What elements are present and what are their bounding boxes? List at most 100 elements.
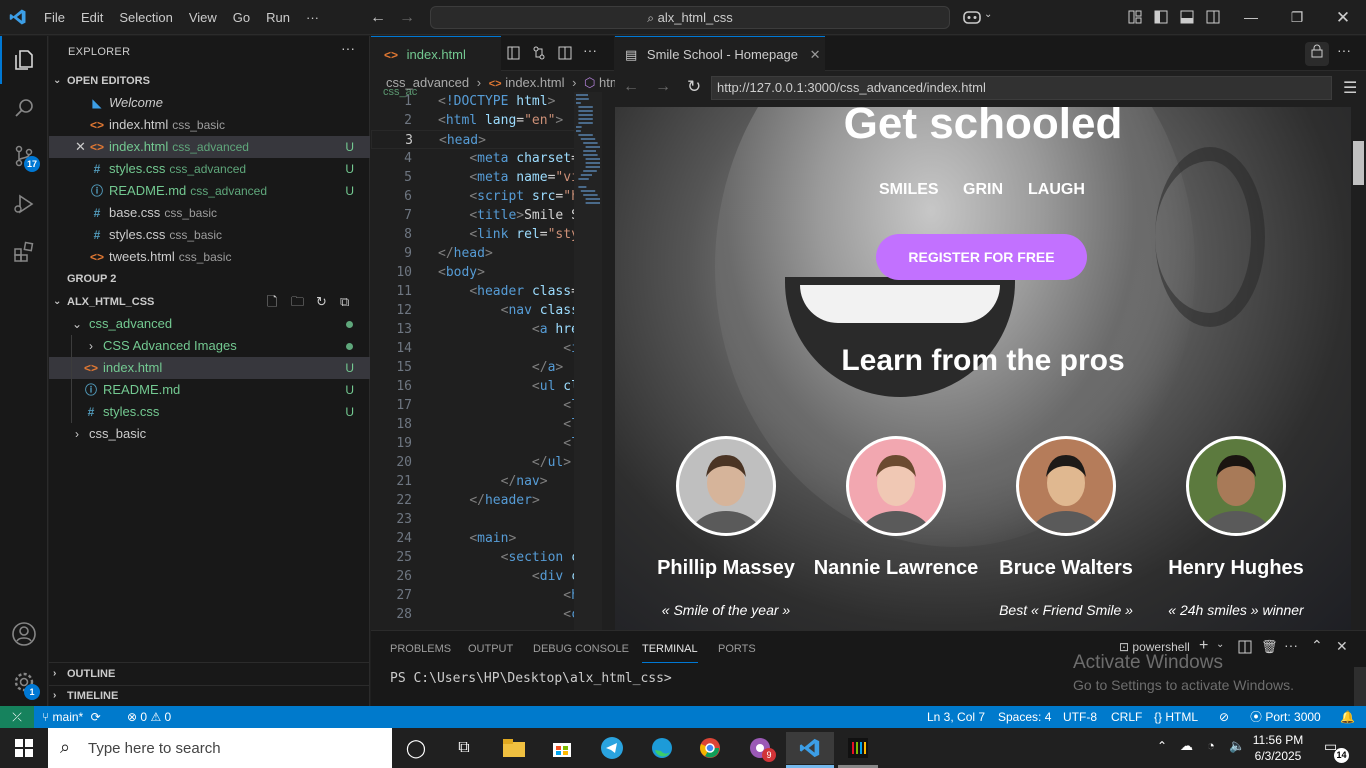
- outline-section[interactable]: › OUTLINE: [49, 663, 370, 685]
- editor-more-icon[interactable]: ···: [583, 42, 597, 58]
- back-arrow-icon[interactable]: ←: [370, 0, 386, 35]
- browser-tab[interactable]: ▤ Smile School - Homepage ✕: [615, 36, 825, 71]
- close-editor-icon[interactable]: ✕: [75, 136, 86, 158]
- open-editor-item[interactable]: ◣ Welcome: [49, 92, 370, 114]
- accounts-icon[interactable]: [0, 610, 48, 658]
- menu-item-run[interactable]: Run: [258, 0, 298, 35]
- menu-item-edit[interactable]: Edit: [73, 0, 111, 35]
- volume-icon[interactable]: 🔈: [1229, 738, 1245, 754]
- breadcrumb-file[interactable]: index.html: [505, 75, 564, 90]
- extensions-icon[interactable]: [0, 228, 48, 276]
- vscode-taskbar-icon[interactable]: [786, 732, 834, 764]
- taskbar-search-box[interactable]: ⌕ Type here to search: [48, 728, 392, 768]
- chrome-icon[interactable]: [690, 732, 730, 764]
- tree-file[interactable]: <> index.html U: [49, 357, 370, 379]
- run-debug-icon[interactable]: [0, 180, 48, 228]
- forward-arrow-icon[interactable]: →: [399, 0, 415, 35]
- settings-gear-icon[interactable]: 1: [0, 658, 48, 706]
- panel-tab-ports[interactable]: PORTS: [718, 641, 756, 663]
- panel-tab-output[interactable]: OUTPUT: [468, 641, 513, 663]
- open-editors-section[interactable]: ⌄ OPEN EDITORS: [49, 70, 370, 92]
- page-scroll-thumb[interactable]: [1353, 141, 1364, 185]
- split-terminal-icon[interactable]: [1238, 640, 1252, 657]
- onedrive-icon[interactable]: ☁: [1180, 738, 1193, 754]
- restore-button[interactable]: ❐: [1274, 0, 1320, 35]
- windows-start-icon[interactable]: [4, 732, 44, 764]
- language-mode[interactable]: {} HTML: [1154, 706, 1198, 728]
- chevron-down-icon[interactable]: ⌄: [984, 9, 992, 20]
- show-hidden-icons-icon[interactable]: ⌃: [1157, 739, 1167, 753]
- open-editor-item[interactable]: # styles.css css_basic: [49, 224, 370, 246]
- tree-file[interactable]: # styles.css U: [49, 401, 370, 423]
- chrome-profile-icon[interactable]: 9: [740, 732, 780, 764]
- telegram-icon[interactable]: [592, 732, 632, 764]
- cursor-position[interactable]: Ln 3, Col 7: [927, 706, 985, 728]
- toggle-panel-icon[interactable]: [1180, 10, 1194, 27]
- more-actions-icon[interactable]: ···: [341, 40, 355, 56]
- live-server-port[interactable]: ⦿ Port: 3000: [1250, 706, 1321, 728]
- edge-icon[interactable]: [642, 732, 682, 764]
- menu-item-go[interactable]: Go: [225, 0, 258, 35]
- timeline-section[interactable]: › TIMELINE: [49, 685, 370, 707]
- problems-indicator[interactable]: ⊗ 0 ⚠ 0: [127, 706, 171, 728]
- tree-folder[interactable]: › CSS Advanced Images: [49, 335, 370, 357]
- explorer-icon[interactable]: [0, 36, 48, 84]
- new-file-icon[interactable]: 🗋: [267, 291, 277, 313]
- chevron-down-icon[interactable]: ⌄: [1216, 639, 1224, 650]
- panel-tab-debug-console[interactable]: DEBUG CONSOLE: [533, 641, 629, 663]
- url-input[interactable]: http://127.0.0.1:3000/css_advanced/index…: [711, 76, 1332, 100]
- panel-more-icon[interactable]: ···: [1284, 637, 1298, 653]
- open-editor-item[interactable]: <> tweets.html css_basic: [49, 246, 370, 268]
- tree-folder[interactable]: › css_basic: [49, 423, 370, 445]
- project-folder-section[interactable]: ⌄ ALX_HTML_CSS 🗋 🗀 ↻ ⧉: [49, 291, 370, 313]
- minimize-button[interactable]: —: [1228, 0, 1274, 35]
- toggle-secondary-sidebar-icon[interactable]: [1206, 10, 1220, 27]
- page-scrollbar[interactable]: [1351, 107, 1366, 630]
- copilot-icon[interactable]: [962, 8, 982, 29]
- maximize-panel-icon[interactable]: ⌃: [1311, 637, 1323, 654]
- trash-icon[interactable]: 🗑: [1261, 639, 1278, 655]
- minimap[interactable]: [574, 92, 602, 630]
- menu-item-file[interactable]: File: [36, 0, 73, 35]
- tree-folder[interactable]: ⌄ css_advanced: [49, 313, 370, 335]
- wifi-icon[interactable]: ◔: [1207, 738, 1215, 753]
- open-editor-item[interactable]: # styles.css css_advanced U: [49, 158, 370, 180]
- editor-tab-index-html[interactable]: <> index.html css_ac: [371, 36, 501, 98]
- open-editor-item[interactable]: ✕ <> index.html css_advanced U: [49, 136, 370, 158]
- collapse-all-icon[interactable]: ⧉: [340, 291, 349, 313]
- editor-scrollbar[interactable]: [602, 92, 614, 630]
- lock-icon[interactable]: [1305, 42, 1329, 66]
- nav-link-laugh[interactable]: LAUGH: [1028, 181, 1085, 199]
- back-arrow-icon[interactable]: ←: [623, 78, 639, 96]
- branch-indicator[interactable]: ⑂ main* ⟳: [42, 706, 101, 728]
- nav-link-smiles[interactable]: SMILES: [879, 181, 939, 199]
- terminal-app-icon[interactable]: [838, 732, 878, 764]
- end-of-line[interactable]: CRLF: [1111, 706, 1142, 728]
- open-editor-item[interactable]: <> index.html css_basic: [49, 114, 370, 136]
- panel-tab-terminal[interactable]: TERMINAL: [642, 641, 698, 663]
- breadcrumb-folder[interactable]: css_advanced: [386, 75, 469, 90]
- search-icon[interactable]: [0, 84, 48, 132]
- toggle-sidebar-icon[interactable]: [1154, 10, 1168, 27]
- remote-indicator-icon[interactable]: ⤫: [0, 706, 34, 728]
- cortana-icon[interactable]: ◯: [396, 732, 436, 764]
- browser-menu-icon[interactable]: ☰: [1343, 78, 1357, 98]
- terminal-scrollbar[interactable]: [1354, 667, 1366, 707]
- open-editor-item[interactable]: ⓘ README.md css_advanced U: [49, 180, 370, 202]
- refresh-icon[interactable]: ↻: [316, 291, 327, 313]
- customize-layout-icon[interactable]: [1128, 10, 1142, 27]
- task-view-icon[interactable]: ⧉: [444, 732, 484, 764]
- reload-icon[interactable]: ↻: [687, 77, 701, 97]
- sync-icon[interactable]: ⟳: [91, 710, 101, 724]
- open-editor-item[interactable]: # base.css css_basic: [49, 202, 370, 224]
- store-icon[interactable]: [542, 732, 582, 764]
- indentation[interactable]: Spaces: 4: [998, 706, 1051, 728]
- command-center-search[interactable]: ⌕ alx_html_css: [430, 6, 950, 29]
- menu-item-selection[interactable]: Selection: [111, 0, 180, 35]
- terminal-prompt[interactable]: PS C:\Users\HP\Desktop\alx_html_css>: [390, 671, 672, 686]
- register-button[interactable]: REGISTER FOR FREE: [876, 234, 1087, 280]
- open-preview-icon[interactable]: [507, 45, 521, 64]
- compare-changes-icon[interactable]: [532, 45, 546, 64]
- menu-item-more[interactable]: ···: [298, 0, 327, 35]
- forward-arrow-icon[interactable]: →: [655, 78, 671, 96]
